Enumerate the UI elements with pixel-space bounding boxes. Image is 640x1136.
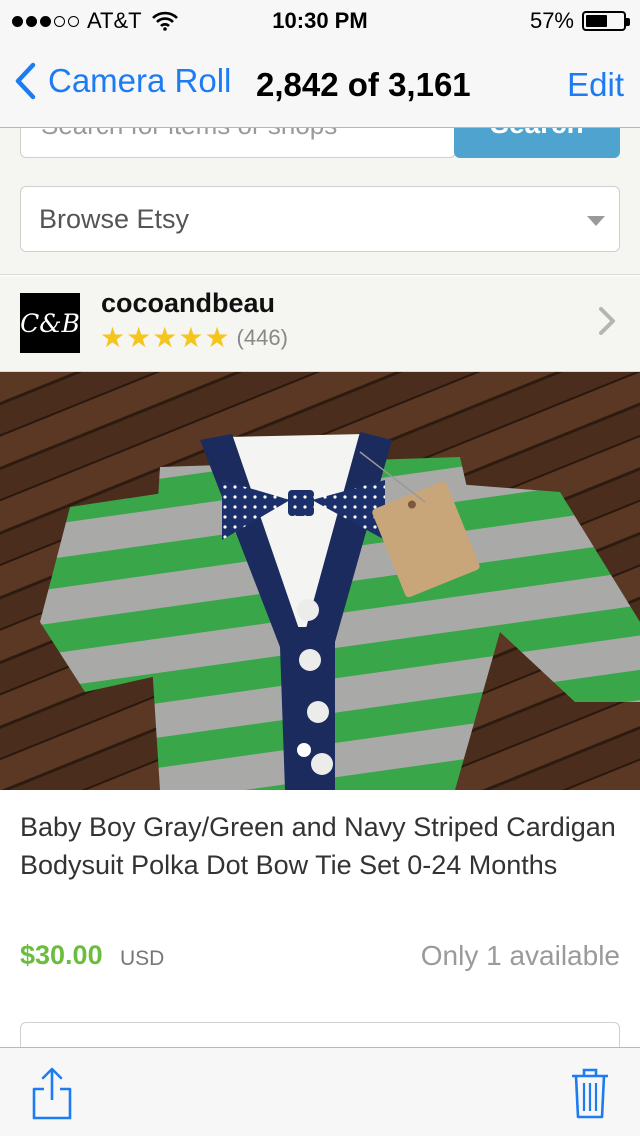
page-indicator-dot xyxy=(297,743,311,757)
listing-title: Baby Boy Gray/Green and Navy Striped Car… xyxy=(20,812,616,880)
product-photo-illustration xyxy=(0,372,640,790)
star-rating-icons: ★ ★ ★ ★ ★ xyxy=(100,324,231,352)
star-icon: ★ xyxy=(100,322,126,353)
chevron-down-icon xyxy=(587,216,605,226)
status-bar: AT&T 10:30 PM 57% xyxy=(0,0,640,40)
chevron-left-icon xyxy=(15,62,36,100)
battery-percent: 57% xyxy=(529,8,574,33)
shop-rating: ★ ★ ★ ★ ★ (446) xyxy=(100,324,288,352)
star-icon: ★ xyxy=(178,322,204,353)
shop-row[interactable]: C&B cocoandbeau ★ ★ ★ ★ ★ (446) xyxy=(0,276,640,372)
listing-currency: USD xyxy=(120,947,165,970)
photo-counter-title: 2,842 of 3,161 xyxy=(256,66,471,103)
edit-button[interactable]: Edit xyxy=(567,66,624,104)
listing-price: $30.00 xyxy=(20,940,103,970)
star-icon: ★ xyxy=(126,322,152,353)
bottom-toolbar xyxy=(0,1047,640,1136)
battery-tip xyxy=(626,18,630,26)
status-right: 57% xyxy=(529,8,630,34)
back-button[interactable]: Camera Roll xyxy=(14,62,231,100)
chevron-right-icon xyxy=(599,307,615,335)
share-icon[interactable] xyxy=(30,1066,74,1120)
star-icon: ★ xyxy=(204,322,230,353)
review-count: (446) xyxy=(236,325,288,350)
browse-select[interactable]: Browse Etsy xyxy=(20,186,620,252)
product-photo[interactable] xyxy=(0,372,640,790)
nav-bar: Camera Roll 2,842 of 3,161 Edit xyxy=(0,40,640,128)
back-label: Camera Roll xyxy=(48,62,232,99)
availability-text: Only 1 available xyxy=(420,940,620,971)
shop-name: cocoandbeau xyxy=(101,288,276,318)
shop-avatar: C&B xyxy=(20,293,80,353)
battery-icon xyxy=(582,11,630,31)
battery-level-fill xyxy=(586,15,607,27)
top-bar: AT&T 10:30 PM 57% Camera Roll 2,842 of 3… xyxy=(0,0,640,128)
browse-selected-value: Browse Etsy xyxy=(39,204,190,234)
trash-icon[interactable] xyxy=(570,1066,610,1120)
star-icon: ★ xyxy=(152,322,178,353)
